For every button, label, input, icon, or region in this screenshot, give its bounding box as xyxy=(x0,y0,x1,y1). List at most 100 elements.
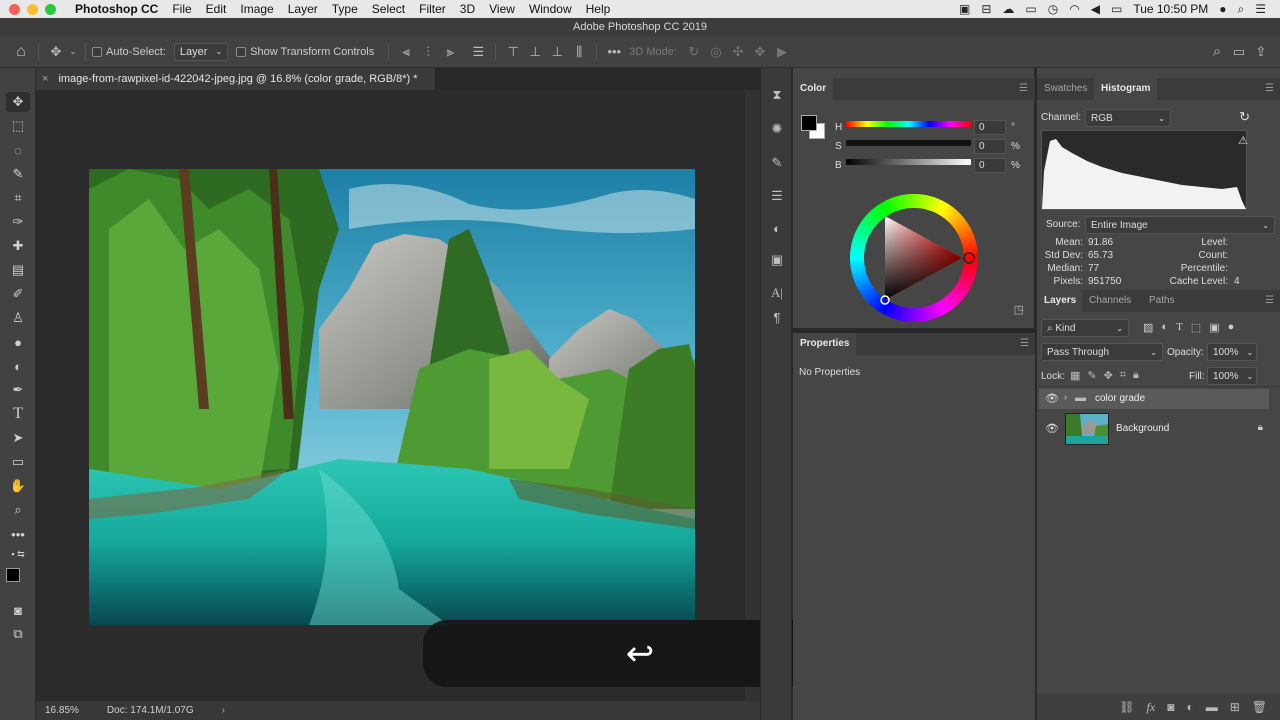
airplay-icon[interactable]: ▭ xyxy=(1025,2,1036,16)
screen-mode-icon[interactable]: ⧉ xyxy=(6,624,30,644)
close-tab-icon[interactable]: × xyxy=(42,73,48,85)
panel-menu-icon[interactable]: ☰ xyxy=(1265,83,1274,94)
opacity-field[interactable]: 100% ⌄ xyxy=(1207,343,1257,361)
chevron-right-icon[interactable]: › xyxy=(1064,392,1067,402)
move-tool-preset-icon[interactable]: ✥ xyxy=(45,40,67,64)
b-value[interactable]: 0 xyxy=(974,158,1006,173)
vertical-scrollbar[interactable] xyxy=(745,90,760,701)
panel-menu-icon[interactable]: ☰ xyxy=(1019,83,1028,94)
tab-color[interactable]: Color xyxy=(793,78,834,100)
3d-orbit-icon[interactable]: ↻ xyxy=(683,40,705,64)
h-value[interactable]: 0 xyxy=(974,120,1006,135)
distribute-h-icon[interactable]: ☰ xyxy=(467,40,489,64)
marquee-tool-icon[interactable]: ⬚ xyxy=(6,116,30,136)
search-icon[interactable]: ⌕ xyxy=(1206,40,1228,64)
align-hcenter-icon[interactable]: ⫶ xyxy=(417,40,439,64)
new-adjustment-icon[interactable]: ◐ xyxy=(1186,700,1193,714)
out-of-gamut-icon[interactable]: ◳ xyxy=(1014,303,1024,316)
lasso-tool-icon[interactable]: ◌ xyxy=(6,140,30,160)
align-vcenter-icon[interactable]: ⊥ xyxy=(524,40,546,64)
brushes-panel-icon[interactable]: ✎ xyxy=(766,152,788,174)
filter-pixel-icon[interactable]: ▨ xyxy=(1143,321,1153,334)
zoom-window-button[interactable] xyxy=(45,3,56,15)
paragraph-panel-icon[interactable]: ¶ xyxy=(766,306,788,328)
document-tab[interactable]: × image-from-rawpixel-id-422042-jpeg.jpg… xyxy=(36,68,436,90)
saturation-slider[interactable] xyxy=(846,140,971,146)
chevron-right-icon[interactable]: › xyxy=(222,705,225,716)
menu-image[interactable]: Image xyxy=(233,2,280,16)
rectangle-tool-icon[interactable]: ▭ xyxy=(6,452,30,472)
menu-app[interactable]: Photoshop CC xyxy=(68,2,165,16)
lock-position-icon[interactable]: ✥ xyxy=(1104,369,1113,382)
hue-slider[interactable] xyxy=(846,121,971,127)
history-panel-icon[interactable]: ⧗ xyxy=(766,84,788,106)
add-mask-icon[interactable]: ◙ xyxy=(1167,700,1174,714)
layer-name[interactable]: color grade xyxy=(1095,393,1145,404)
time-machine-icon[interactable]: ◷ xyxy=(1048,2,1058,16)
more-options-icon[interactable]: ••• xyxy=(603,40,625,64)
tab-properties[interactable]: Properties xyxy=(793,333,857,355)
trash-icon[interactable]: 🗑︎ xyxy=(1252,700,1267,714)
notification-center-icon[interactable]: ☰ xyxy=(1255,2,1266,16)
3d-roll-icon[interactable]: ◎ xyxy=(705,40,727,64)
fill-field[interactable]: 100% ⌄ xyxy=(1207,367,1257,385)
filter-shape-icon[interactable]: ⬚ xyxy=(1191,321,1201,334)
color-wheel[interactable] xyxy=(848,192,980,324)
zoom-level[interactable]: 16.85% xyxy=(45,705,79,716)
new-layer-icon[interactable]: ⊞ xyxy=(1230,700,1240,714)
adjustments-sliders-icon[interactable]: ☰ xyxy=(766,185,788,207)
panel-menu-icon[interactable]: ☰ xyxy=(1020,338,1029,349)
lock-image-icon[interactable]: ✎ xyxy=(1087,369,1096,382)
default-colors-icon[interactable]: ▪ ⇆ xyxy=(6,548,30,560)
canvas-image[interactable] xyxy=(89,169,695,625)
battery-icon[interactable]: ▭ xyxy=(1111,2,1122,16)
spotlight-icon[interactable]: ⌕ xyxy=(1238,2,1245,17)
creative-cloud-icon[interactable]: ☁ xyxy=(1002,2,1014,16)
healing-brush-tool-icon[interactable]: ✚ xyxy=(6,236,30,256)
home-icon[interactable]: ⌂ xyxy=(10,40,32,64)
tab-layers[interactable]: Layers xyxy=(1037,290,1084,312)
wifi-icon[interactable]: ◠ xyxy=(1069,2,1079,16)
volume-icon[interactable]: ◀ xyxy=(1091,2,1100,16)
tab-channels[interactable]: Channels xyxy=(1082,290,1139,312)
libraries-panel-icon[interactable]: ▣ xyxy=(766,249,788,271)
menu-layer[interactable]: Layer xyxy=(281,2,325,16)
layer-row-background[interactable]: 👁︎ Background 🔒︎ xyxy=(1039,411,1269,447)
layer-filter-dropdown[interactable]: ⌕ Kind ⌄ xyxy=(1041,319,1129,337)
screen-record-icon[interactable]: ▣ xyxy=(959,2,970,16)
workspace-icon[interactable]: ▭ xyxy=(1228,40,1250,64)
filter-smart-object-icon[interactable]: ▣ xyxy=(1209,321,1219,334)
user-icon[interactable]: ● xyxy=(1219,2,1226,16)
path-select-tool-icon[interactable]: ➤ xyxy=(6,428,30,448)
link-layers-icon[interactable]: ⛓︎ xyxy=(1119,700,1134,714)
gradient-tool-icon[interactable]: ▤ xyxy=(6,260,30,280)
channel-dropdown[interactable]: RGB ⌄ xyxy=(1085,109,1171,127)
type-tool-icon[interactable]: T xyxy=(6,404,30,424)
refresh-icon[interactable]: ↻ xyxy=(1239,109,1250,125)
panel-menu-icon[interactable]: ☰ xyxy=(1265,295,1274,306)
quick-mask-icon[interactable]: ◙ xyxy=(6,600,30,620)
show-transform-checkbox[interactable] xyxy=(236,46,247,57)
share-icon[interactable]: ⇪ xyxy=(1250,40,1272,64)
warning-icon[interactable]: ⚠ xyxy=(1238,134,1248,147)
brush-settings-icon[interactable]: ✺ xyxy=(766,118,788,140)
zoom-tool-icon[interactable]: ⌕ xyxy=(6,500,30,520)
source-dropdown[interactable]: Entire Image ⌄ xyxy=(1085,216,1275,234)
lock-all-icon[interactable]: 🔒︎ xyxy=(1133,369,1139,382)
minimize-window-button[interactable] xyxy=(27,3,38,15)
distribute-v-icon[interactable]: ⫼ xyxy=(568,40,590,64)
menu-edit[interactable]: Edit xyxy=(199,2,234,16)
3d-camera-icon[interactable]: ▶ xyxy=(771,40,793,64)
fg-color-swatch[interactable] xyxy=(801,115,817,131)
foreground-color-swatch[interactable] xyxy=(6,568,20,582)
layer-name[interactable]: Background xyxy=(1116,423,1169,434)
filter-type-icon[interactable]: T xyxy=(1176,321,1183,334)
chevron-down-icon[interactable]: ⌄ xyxy=(67,40,79,64)
eyedropper-tool-icon[interactable]: ✑ xyxy=(6,212,30,232)
tab-paths[interactable]: Paths xyxy=(1142,290,1182,312)
character-panel-icon[interactable]: A| xyxy=(766,282,788,304)
menu-help[interactable]: Help xyxy=(579,2,618,16)
adjustments-panel-icon[interactable]: ◐ xyxy=(766,217,788,239)
menu-filter[interactable]: Filter xyxy=(412,2,453,16)
brush-tool-icon[interactable]: ✐ xyxy=(6,284,30,304)
